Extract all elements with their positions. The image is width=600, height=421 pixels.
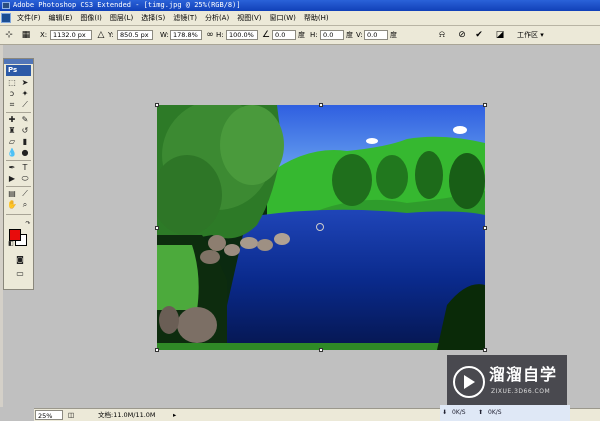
- play-icon: [464, 375, 475, 389]
- menu-help[interactable]: 帮助(H): [300, 11, 333, 26]
- eyedropper-tool-icon[interactable]: ⟋: [19, 189, 31, 199]
- move-transform-icon[interactable]: ⊹: [3, 29, 15, 41]
- transform-handle[interactable]: [483, 348, 487, 352]
- toolbox-divider: [6, 186, 31, 187]
- angle-unit: 度: [298, 31, 305, 39]
- toolbox-logo[interactable]: Ps: [6, 65, 31, 76]
- h-label: H:: [216, 31, 224, 39]
- eraser-tool-icon[interactable]: ▱: [6, 137, 18, 147]
- toolbox-header[interactable]: [4, 59, 33, 64]
- transform-handle[interactable]: [319, 103, 323, 107]
- menu-select[interactable]: 选择(S): [137, 11, 169, 26]
- dodge-tool-icon[interactable]: ●: [19, 148, 31, 158]
- menu-filter[interactable]: 滤镜(T): [169, 11, 201, 26]
- vertical-skew-field[interactable]: 0.0: [364, 30, 388, 40]
- clone-stamp-tool-icon[interactable]: ♜: [6, 126, 18, 136]
- document-size-info: 文档:11.0M/11.0M: [98, 411, 156, 419]
- shape-tool-icon[interactable]: ⬭: [19, 174, 31, 184]
- tray-upload-icon[interactable]: ⬆: [478, 408, 483, 418]
- menu-layer[interactable]: 图层(L): [106, 11, 137, 26]
- cancel-transform-icon[interactable]: ⊘: [456, 29, 468, 41]
- crop-tool-icon[interactable]: ⌗: [6, 100, 18, 110]
- vskew-label: V:: [356, 31, 363, 39]
- slice-tool-icon[interactable]: ⟋: [19, 100, 31, 110]
- marquee-tool-icon[interactable]: ⬚: [6, 78, 18, 88]
- path-selection-tool-icon[interactable]: ▶: [6, 174, 18, 184]
- menu-window[interactable]: 窗口(W): [265, 11, 299, 26]
- x-position-field[interactable]: 1132.0 px: [50, 30, 92, 40]
- hskew-label: H:: [310, 31, 318, 39]
- zoom-tool-icon[interactable]: ⌕: [19, 200, 31, 210]
- zoom-level-field[interactable]: 25%: [35, 410, 63, 420]
- toolbox-panel: Ps ⬚ ➤ ↄ ✦ ⌗ ⟋ ✚ ✎ ♜ ↺ ▱ ▮ 💧 ● ✒ T ▶ ⬭ ▤…: [3, 58, 34, 290]
- title-bar: Adobe Photoshop CS3 Extended - [timg.jpg…: [0, 0, 600, 11]
- magic-wand-tool-icon[interactable]: ✦: [19, 89, 31, 99]
- window-title: Adobe Photoshop CS3 Extended - [timg.jpg…: [13, 1, 241, 9]
- pen-tool-icon[interactable]: ✒: [6, 163, 18, 173]
- type-tool-icon[interactable]: T: [19, 163, 31, 173]
- rotate-angle-field[interactable]: 0.0: [272, 30, 296, 40]
- toolbox-divider: [6, 160, 31, 161]
- y-position-field[interactable]: 850.5 px: [117, 30, 153, 40]
- menu-file[interactable]: 文件(F): [13, 11, 45, 26]
- swap-colors-icon[interactable]: ↷: [22, 219, 34, 229]
- workspace-menu[interactable]: 工作区 ▾: [517, 30, 544, 40]
- warp-mode-icon[interactable]: ⍾: [436, 29, 448, 41]
- blur-tool-icon[interactable]: 💧: [6, 148, 18, 158]
- rotate-angle-icon: ∠: [261, 30, 271, 40]
- link-icon[interactable]: ∞: [204, 29, 216, 41]
- menu-analysis[interactable]: 分析(A): [201, 11, 233, 26]
- quick-mask-icon[interactable]: ◙: [13, 255, 27, 265]
- w-label: W:: [160, 31, 169, 39]
- x-label: X:: [40, 31, 48, 39]
- height-scale-field[interactable]: 100.0%: [226, 30, 258, 40]
- foreground-color-swatch[interactable]: [9, 229, 21, 241]
- transform-handle[interactable]: [155, 103, 159, 107]
- status-menu-arrow-icon[interactable]: ▸: [173, 410, 176, 420]
- gradient-tool-icon[interactable]: ▮: [19, 137, 31, 147]
- horizontal-skew-field[interactable]: 0.0: [320, 30, 344, 40]
- toolbox-divider: [6, 112, 31, 113]
- lasso-tool-icon[interactable]: ↄ: [6, 89, 18, 99]
- transform-handle[interactable]: [319, 348, 323, 352]
- tray-speed-a: 0K/S: [452, 409, 466, 416]
- watermark-subtitle: ZIXUE.3D66.COM: [491, 388, 551, 395]
- watermark-logo: 溜溜自学 ZIXUE.3D66.COM: [447, 355, 567, 410]
- notes-tool-icon[interactable]: ▤: [6, 189, 18, 199]
- toolbox-divider: [6, 214, 31, 215]
- watermark-title: 溜溜自学: [489, 365, 558, 384]
- healing-brush-tool-icon[interactable]: ✚: [6, 115, 18, 125]
- y-label: Y:: [108, 31, 114, 39]
- transform-handle[interactable]: [155, 348, 159, 352]
- hand-tool-icon[interactable]: ✋: [6, 200, 18, 210]
- move-tool-icon[interactable]: ➤: [19, 78, 31, 88]
- bridge-icon[interactable]: ◪: [494, 29, 506, 41]
- screen-mode-icon[interactable]: ▭: [13, 269, 27, 279]
- width-scale-field[interactable]: 178.8%: [170, 30, 202, 40]
- menu-bar: 文件(F) 编辑(E) 图像(I) 图层(L) 选择(S) 滤镜(T) 分析(A…: [0, 11, 600, 26]
- photoshop-app-icon: [2, 2, 10, 9]
- options-bar: ⊹ ▦ X: 1132.0 px △ Y: 850.5 px W: 178.8%…: [0, 26, 600, 45]
- tray-speed-b: 0K/S: [488, 409, 502, 416]
- photoshop-menu-icon[interactable]: [1, 13, 11, 23]
- reference-point-icon[interactable]: ▦: [20, 29, 32, 41]
- status-icon[interactable]: ◫: [66, 410, 76, 420]
- system-tray: ⬇ 0K/S ⬆ 0K/S: [440, 405, 570, 421]
- transform-handle[interactable]: [483, 226, 487, 230]
- delta-icon[interactable]: △: [95, 29, 107, 41]
- history-brush-tool-icon[interactable]: ↺: [19, 126, 31, 136]
- menu-view[interactable]: 视图(V): [233, 11, 265, 26]
- vskew-unit: 度: [390, 31, 397, 39]
- transform-handle[interactable]: [155, 226, 159, 230]
- transform-handle[interactable]: [483, 103, 487, 107]
- brush-tool-icon[interactable]: ✎: [19, 115, 31, 125]
- menu-image[interactable]: 图像(I): [76, 11, 106, 26]
- menu-edit[interactable]: 编辑(E): [45, 11, 77, 26]
- tray-network-icon[interactable]: ⬇: [442, 408, 447, 418]
- commit-transform-icon[interactable]: ✔: [473, 29, 485, 41]
- reference-point-icon[interactable]: [316, 223, 324, 231]
- hskew-unit: 度: [346, 31, 353, 39]
